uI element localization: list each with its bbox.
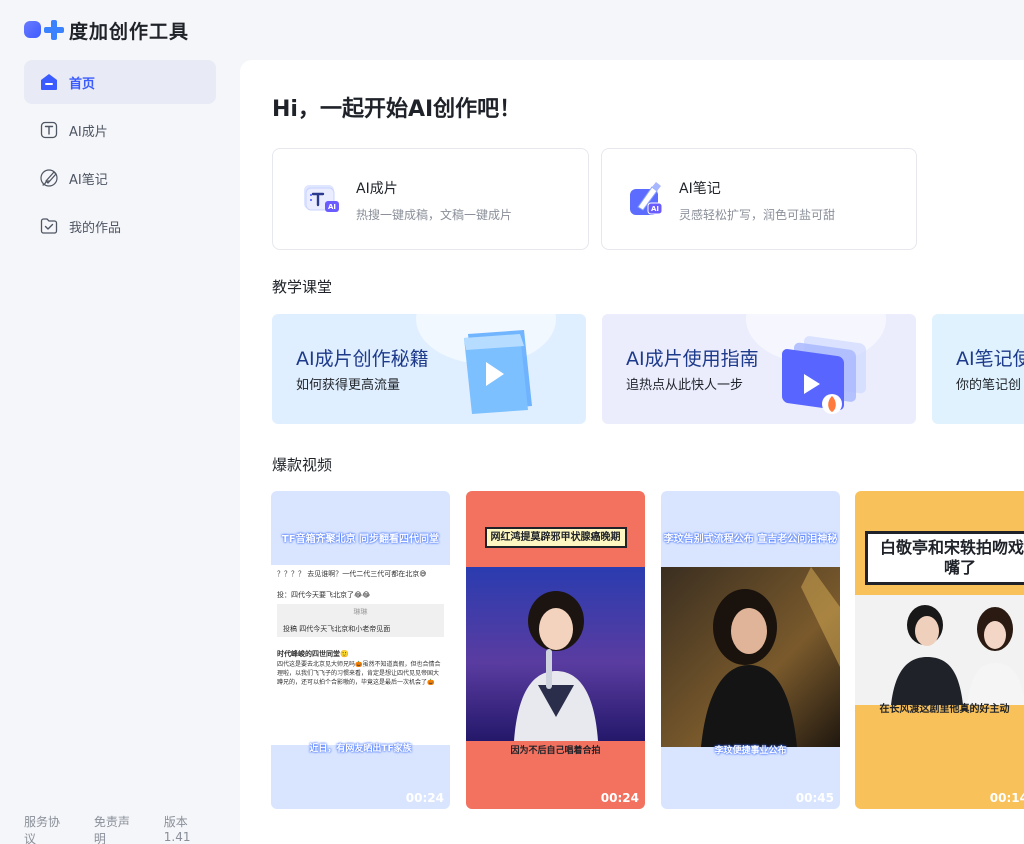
video-thumbnail (855, 595, 1024, 705)
play-window-icon (766, 326, 876, 416)
feature-desc: 热搜一键成稿，文稿一键成片 (356, 208, 513, 222)
video-top-caption: 白敬亭和宋轶拍吻戏张嘴了 (865, 531, 1024, 585)
tutorial-section-title: 教学课堂 (272, 278, 333, 296)
post-line: 投：四代今天要飞北京了😂😂 (277, 590, 371, 599)
ai-video-icon: AI (301, 179, 343, 219)
video-duration: 00:45 (795, 791, 834, 805)
post-reply-text: 投稿 四代今天飞北京和小老帝见面 (277, 620, 444, 637)
feature-title: AI成片 (356, 181, 398, 197)
sidebar: 度加创作工具 首页 AI成片 AI笔记 我的作品 服务协议 免责声明 版本 1.… (0, 0, 240, 844)
text-t-icon (40, 121, 58, 139)
tutorial-title: AI笔记使 (956, 348, 1024, 370)
sidebar-footer: 服务协议 免责声明 版本 1.41 (24, 813, 240, 844)
video-bottom-caption: 近日，有网友晒出TF家族 (309, 744, 412, 754)
tutorial-subtitle: 你的笔记创 (956, 378, 1022, 393)
feature-title: AI笔记 (679, 181, 721, 197)
pen-icon (40, 169, 58, 187)
version-label: 版本 1.41 (163, 815, 191, 844)
video-bottom-caption: 因为不后自己唱着合拍 (510, 746, 601, 756)
video-bottom-caption: 李玟便捷事业公布 (714, 746, 787, 756)
brand[interactable]: 度加创作工具 (24, 18, 190, 43)
feature-desc: 灵感轻松扩写，润色可盐可甜 (679, 208, 836, 222)
video-section-title: 爆款视频 (272, 456, 333, 474)
tutorial-title: AI成片使用指南 (626, 348, 759, 370)
video-thumbnail (466, 567, 645, 741)
video-duration: 00:24 (600, 791, 639, 805)
feature-card-ai-video[interactable]: AI AI成片 热搜一键成稿，文稿一键成片 (272, 148, 589, 250)
sidebar-nav: 首页 AI成片 AI笔记 我的作品 (24, 60, 216, 252)
feature-card-ai-note[interactable]: AI AI笔记 灵感轻松扩写，润色可盐可甜 (601, 148, 917, 250)
post-line: 四代这是要去北京见大师兄吗🎃虽然不知道真假，但也合情合理啦，以我们飞飞子的习惯来… (277, 660, 441, 686)
svg-text:AI: AI (328, 203, 336, 211)
disclaimer-link[interactable]: 免责声明 (94, 813, 141, 844)
tutorial-subtitle: 如何获得更高流量 (296, 378, 401, 393)
sidebar-item-ai-video[interactable]: AI成片 (24, 108, 216, 152)
sidebar-item-label: 我的作品 (69, 220, 122, 236)
video-bottom-caption: 在长风渡这剧里他真的好主动 (879, 704, 1010, 715)
tutorial-card[interactable]: AI笔记使 你的笔记创 (932, 314, 1024, 424)
video-card[interactable]: 网红鸿提莫辟邪甲状腺癌晚期 因为不后自己唱着合拍 00:24 (466, 491, 645, 809)
video-card[interactable]: 李玟告别式流程公布 宣吉老公问泪神秘 李玟便捷事业公布 00:45 (661, 491, 840, 809)
post-line: ？？？？ 去见谁啊？一代二代三代可都在北京😅 (277, 570, 427, 578)
brand-name: 度加创作工具 (69, 20, 190, 43)
video-top-caption: TF音箱齐聚北京 同步翻看四代同堂 (281, 534, 440, 545)
svg-text:AI: AI (651, 205, 659, 213)
sidebar-item-home[interactable]: 首页 (24, 60, 216, 104)
sidebar-item-label: AI笔记 (69, 172, 108, 188)
folder-check-icon (40, 217, 58, 235)
tutorial-card[interactable]: AI成片创作秘籍 如何获得更高流量 (272, 314, 586, 424)
video-thumbnail: ？？？？ 去见谁啊？一代二代三代可都在北京😅 投：四代今天要飞北京了😂😂 琳琳 … (271, 565, 450, 745)
play-cube-icon (436, 326, 546, 416)
video-thumbnail (661, 567, 840, 747)
sidebar-item-ai-note[interactable]: AI笔记 (24, 156, 216, 200)
video-duration: 00:14 (989, 791, 1024, 805)
ai-note-icon: AI (626, 179, 668, 219)
post-reply-name: 琳琳 (277, 604, 444, 621)
sidebar-item-label: AI成片 (69, 124, 108, 140)
page-title: Hi，一起开始AI创作吧！ (272, 97, 522, 122)
main-panel: Hi，一起开始AI创作吧！ AI AI成片 热搜一键成稿，文稿一键成片 AI A… (240, 60, 1024, 844)
home-icon (40, 73, 58, 91)
video-duration: 00:24 (405, 791, 444, 805)
video-card[interactable]: 白敬亭和宋轶拍吻戏张嘴了 在长风渡这剧里他真的好主动 00:14 (855, 491, 1024, 809)
sidebar-item-my-works[interactable]: 我的作品 (24, 204, 216, 248)
video-card[interactable]: TF音箱齐聚北京 同步翻看四代同堂 ？？？？ 去见谁啊？一代二代三代可都在北京😅… (271, 491, 450, 809)
brand-logo-icon (24, 19, 64, 41)
tutorial-card[interactable]: AI成片使用指南 追热点从此快人一步 (602, 314, 916, 424)
terms-link[interactable]: 服务协议 (24, 813, 71, 844)
tutorial-title: AI成片创作秘籍 (296, 348, 429, 370)
sidebar-item-label: 首页 (69, 76, 96, 92)
video-top-caption: 网红鸿提莫辟邪甲状腺癌晚期 (466, 527, 645, 548)
video-top-caption: 李玟告别式流程公布 宣吉老公问泪神秘 (663, 534, 838, 545)
tutorial-subtitle: 追热点从此快人一步 (626, 378, 744, 393)
post-line: 时代峰峻的四世同堂🙂 (277, 650, 349, 658)
